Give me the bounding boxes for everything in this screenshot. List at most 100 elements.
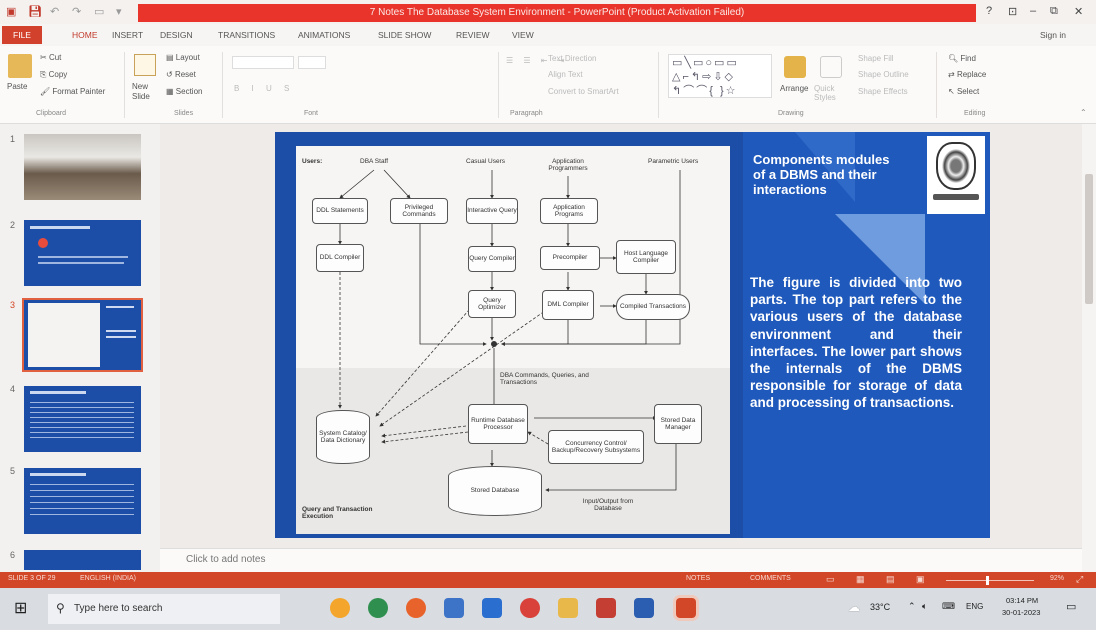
zoom-slider-thumb[interactable] xyxy=(986,576,989,585)
pdf-reader-icon[interactable] xyxy=(596,598,616,618)
maximize-button[interactable]: ⧉ xyxy=(1050,5,1058,18)
layout-button[interactable]: ▤ Layout xyxy=(166,53,200,62)
shape-effects-button[interactable]: Shape Effects xyxy=(858,87,908,96)
align-text-button[interactable]: Align Text xyxy=(548,70,583,79)
quick-styles-icon[interactable] xyxy=(820,56,842,78)
clock-time[interactable]: 03:14 PM xyxy=(1006,596,1038,605)
cut-button[interactable]: ✂ Cut xyxy=(40,53,61,62)
notes-button[interactable]: NOTES xyxy=(686,575,710,582)
fit-slide-icon[interactable]: ⤢ xyxy=(1076,574,1083,585)
font-size-box[interactable] xyxy=(298,56,326,69)
folder-icon[interactable] xyxy=(558,598,578,618)
paste-icon[interactable] xyxy=(8,54,32,78)
shape-fill-button[interactable]: Shape Fill xyxy=(858,54,894,63)
section-button[interactable]: ▦ Section xyxy=(166,87,202,96)
quick-styles-button[interactable]: Quick Styles xyxy=(814,84,850,102)
format-painter-button[interactable]: 🖌︎ Format Painter xyxy=(40,87,105,96)
copy-button[interactable]: ⎘ Copy xyxy=(40,70,67,80)
keyboard-icon[interactable]: ⌨ xyxy=(942,601,955,612)
tab-home[interactable]: HOME xyxy=(72,30,98,40)
redo-icon[interactable]: ↷ xyxy=(72,5,81,18)
slide-thumbnail-2[interactable] xyxy=(24,220,141,286)
chrome-profile-icon[interactable] xyxy=(520,598,540,618)
user-parametric-users: Parametric Users xyxy=(648,158,699,165)
slide-thumbnail-3[interactable] xyxy=(22,298,143,372)
reset-button[interactable]: ↺ Reset xyxy=(166,70,196,79)
close-button[interactable]: ✕ xyxy=(1074,5,1083,18)
firefox-icon[interactable] xyxy=(406,598,426,618)
vertical-scrollbar[interactable] xyxy=(1082,124,1096,572)
notifications-icon[interactable]: ▭ xyxy=(1066,600,1076,613)
arrange-icon[interactable] xyxy=(784,56,806,78)
show-hidden-icons-icon[interactable]: ⌃ xyxy=(908,601,916,612)
comments-button[interactable]: COMMENTS xyxy=(750,575,791,582)
editing-group-label: Editing xyxy=(964,110,986,117)
slide-thumbnail-6[interactable] xyxy=(24,550,141,570)
messaging-app-icon[interactable] xyxy=(482,598,502,618)
tab-view[interactable]: VIEW xyxy=(512,30,534,40)
tab-animations[interactable]: ANIMATIONS xyxy=(298,30,350,40)
tab-design[interactable]: DESIGN xyxy=(160,30,193,40)
word-icon[interactable] xyxy=(634,598,654,618)
replace-button[interactable]: ⇄ Replace xyxy=(948,70,986,79)
tab-transitions[interactable]: TRANSITIONS xyxy=(218,30,275,40)
minimize-button[interactable]: – xyxy=(1030,5,1036,17)
slide-sorter-icon[interactable]: ▦ xyxy=(856,574,865,585)
speaker-icon[interactable]: 🔈︎ xyxy=(922,601,927,612)
reading-view-icon[interactable]: ▤ xyxy=(886,574,895,585)
tab-file[interactable]: FILE xyxy=(2,26,42,44)
zoom-level[interactable]: 92% xyxy=(1050,575,1064,582)
undo-icon[interactable]: ↶ xyxy=(50,5,59,18)
browser-icon[interactable] xyxy=(368,598,388,618)
notes-pane[interactable]: Click to add notes xyxy=(160,548,1082,572)
tab-insert[interactable]: INSERT xyxy=(112,30,143,40)
new-slide-button[interactable]: New Slide xyxy=(132,82,160,102)
status-bar: SLIDE 3 OF 29 ENGLISH (INDIA) NOTES COMM… xyxy=(0,572,1096,588)
start-from-beginning-icon[interactable]: ▭ xyxy=(94,5,104,18)
ribbon-display-options-icon[interactable]: ⊡ xyxy=(1008,5,1017,18)
font-name-box[interactable] xyxy=(232,56,294,69)
convert-smartart-button[interactable]: Convert to SmartArt xyxy=(548,87,619,96)
weather-temp[interactable]: 33°C xyxy=(870,602,890,612)
find-button[interactable]: 🔍︎ Find xyxy=(948,54,976,63)
save-icon[interactable]: 💾︎ xyxy=(28,5,42,18)
slideshow-icon[interactable]: ▣ xyxy=(916,574,925,585)
shapes-gallery[interactable]: ▭╲▭○▭▭ △⌐↰⇨⇩◇ ↰⌒⌒{ }☆ xyxy=(668,54,772,98)
chrome-icon[interactable] xyxy=(330,598,350,618)
help-icon[interactable]: ? xyxy=(986,5,992,17)
slide-thumbnail-4[interactable] xyxy=(24,386,141,452)
windows-start-icon[interactable]: ⊞ xyxy=(14,598,27,618)
input-language[interactable]: ENG xyxy=(966,602,983,611)
thumbnail-text-block xyxy=(30,484,134,518)
collapse-ribbon-icon[interactable]: ⌃ xyxy=(1080,108,1087,117)
tab-review[interactable]: REVIEW xyxy=(456,30,490,40)
zoom-slider[interactable] xyxy=(946,580,1034,581)
privileged-commands-box: Privileged Commands xyxy=(390,198,448,224)
font-format-icons[interactable]: B I U S xyxy=(234,84,294,93)
taskbar-search-box[interactable]: ⚲ Type here to search xyxy=(48,594,280,624)
new-slide-icon[interactable] xyxy=(134,54,156,76)
text-direction-button[interactable]: Text Direction xyxy=(548,54,596,63)
slide-thumbnail-5[interactable] xyxy=(24,468,141,534)
clock-date[interactable]: 30-01-2023 xyxy=(1002,608,1040,617)
paste-button[interactable]: Paste xyxy=(7,82,27,91)
sign-in-link[interactable]: Sign in xyxy=(1040,30,1066,40)
font-group-label: Font xyxy=(304,110,319,117)
shape-outline-button[interactable]: Shape Outline xyxy=(858,70,909,79)
scrollbar-thumb[interactable] xyxy=(1085,174,1093,304)
select-button[interactable]: ↖ Select xyxy=(948,87,979,96)
thumbnail-text-block xyxy=(30,402,134,438)
normal-view-icon[interactable]: ▭ xyxy=(826,574,835,585)
powerpoint-taskbar-icon[interactable] xyxy=(676,598,696,618)
paragraph-group-label: Paragraph xyxy=(510,110,543,117)
slide-thumbnail-1[interactable] xyxy=(24,134,141,200)
tab-slide-show[interactable]: SLIDE SHOW xyxy=(378,30,431,40)
weather-icon[interactable]: ☁ xyxy=(848,600,860,614)
language-status[interactable]: ENGLISH (INDIA) xyxy=(80,575,136,582)
slide-title[interactable]: Components modules of a DBMS and their i… xyxy=(753,152,903,197)
customize-qat-icon[interactable]: ▾ xyxy=(116,5,122,18)
file-explorer-icon[interactable] xyxy=(444,598,464,618)
slide-body-text[interactable]: The figure is divided into two parts. Th… xyxy=(750,274,962,412)
arrange-button[interactable]: Arrange xyxy=(780,84,808,93)
stored-data-manager-box: Stored Data Manager xyxy=(654,404,702,444)
